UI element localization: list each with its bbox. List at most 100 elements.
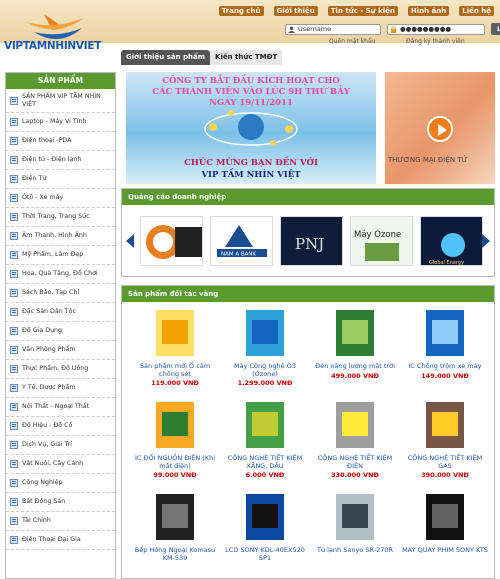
sidebar-item-label: Đồ Gia Dụng xyxy=(22,327,63,335)
product-name[interactable]: LCD SONY KDL-40EX520 SP1 xyxy=(222,546,308,562)
sidebar-item[interactable]: Điện Thoại Đại Gia xyxy=(6,531,115,550)
product-name[interactable]: CÔNG NGHỆ TIẾT KIỆM XĂNG, DẦU xyxy=(222,454,308,470)
product-card[interactable]: Máy Công nghệ O3 (Ozone) 1.299.000 VNĐ xyxy=(222,308,308,387)
nav-about[interactable]: Giới thiệu xyxy=(273,6,318,16)
globe-network-icon xyxy=(204,110,298,146)
global-energy-logo-text: Global Energy xyxy=(429,260,464,266)
product-card[interactable]: MÁY QUAY PHIM SONY KTS xyxy=(402,492,488,556)
sidebar-item[interactable]: Điện Tử xyxy=(6,170,115,189)
forgot-password-link[interactable]: Quên mật khẩu xyxy=(329,38,375,45)
product-image[interactable] xyxy=(422,308,468,358)
product-name[interactable]: IC ĐỔI NGUỒN ĐIỆN (Khi mất điện) xyxy=(132,454,218,470)
sidebar-item[interactable]: Laptop - Máy Vi Tính xyxy=(6,113,115,132)
sidebar-item[interactable]: Vật Nuôi, Cây Cảnh xyxy=(6,455,115,474)
nav-contact[interactable]: Liên hệ xyxy=(459,6,494,16)
product-name[interactable]: Bếp Hồng Ngoại Komasu KM-539 xyxy=(132,546,218,562)
product-card[interactable]: Bếp Hồng Ngoại Komasu KM-539 xyxy=(132,492,218,563)
password-field[interactable]: ●●●●●●●●● xyxy=(387,23,485,35)
sidebar-item[interactable]: Âm Thanh, Hình Ảnh xyxy=(6,227,115,246)
ad-logo-pnj[interactable]: PNJ xyxy=(280,216,343,266)
product-image[interactable] xyxy=(422,400,468,450)
sidebar-item-label: Văn Phòng Phẩm xyxy=(22,346,76,354)
product-name[interactable]: Tủ lạnh Sanyo SR-270R xyxy=(312,546,398,555)
sidebar-item[interactable]: Bất Động Sản xyxy=(6,493,115,512)
category-icon xyxy=(10,137,18,145)
sidebar-item[interactable]: Dịch Vụ, Giải Trí xyxy=(6,436,115,455)
product-image[interactable] xyxy=(242,400,288,450)
ad-logo-s[interactable] xyxy=(140,216,203,266)
product-card[interactable]: Sản phẩm mới Ổ cắm chống sét 119.000 VNĐ xyxy=(132,308,218,387)
sidebar-item[interactable]: Thời Trang, Trang Sức xyxy=(6,208,115,227)
product-card[interactable]: Tủ lạnh Sanyo SR-270R xyxy=(312,492,398,556)
sidebar-item[interactable]: Đặc Sản Dân Tộc xyxy=(6,303,115,322)
login-button[interactable]: Login xyxy=(491,23,500,35)
nav-gallery[interactable]: Hình ảnh xyxy=(407,6,450,16)
product-name[interactable]: CÔNG NGHỆ TIẾT KIỆM ĐIỆN xyxy=(312,454,398,470)
product-card[interactable]: CÔNG NGHỆ TIẾT KIỆM XĂNG, DẦU 6.000 VNĐ xyxy=(222,400,308,479)
product-name[interactable]: Máy Công nghệ O3 (Ozone) xyxy=(222,362,308,378)
product-image[interactable] xyxy=(422,492,468,542)
user-icon xyxy=(288,25,295,33)
product-image[interactable] xyxy=(152,400,198,450)
sidebar-item[interactable]: Nội Thất - Ngoại Thất xyxy=(6,398,115,417)
sidebar-item[interactable]: Đồ Hiệu - Đồ Cổ xyxy=(6,417,115,436)
ad-logo-namabank[interactable]: NAM A BANK xyxy=(210,216,273,266)
password-value: ●●●●●●●●● xyxy=(400,24,452,33)
product-image[interactable] xyxy=(332,400,378,450)
sidebar-item[interactable]: Y Tế, Dược Phẩm xyxy=(6,379,115,398)
sidebar-item[interactable]: Thực Phẩm, Đồ Uống xyxy=(6,360,115,379)
sidebar-item[interactable]: Ôtô - Xe máy xyxy=(6,189,115,208)
category-icon xyxy=(10,232,18,240)
product-name[interactable]: IC Chống trộm xe máy xyxy=(402,362,488,371)
ad-logo-global-energy[interactable]: Global Energy xyxy=(420,216,483,266)
product-card[interactable]: LCD SONY KDL-40EX520 SP1 xyxy=(222,492,308,563)
tab-ecommerce-knowledge[interactable]: Kiến thức TMĐT xyxy=(210,50,283,65)
category-icon xyxy=(10,96,18,105)
sidebar-item[interactable]: Hoa, Quà Tặng, Đồ Chơi xyxy=(6,265,115,284)
sidebar-item[interactable]: Sách Báo, Tạp Chí xyxy=(6,284,115,303)
product-image[interactable] xyxy=(332,308,378,358)
sidebar-item[interactable]: Điện thoại -PDA xyxy=(6,132,115,151)
product-image[interactable] xyxy=(242,492,288,542)
nav-home[interactable]: Trang chủ xyxy=(218,6,264,16)
register-link[interactable]: Đăng ký thành viên xyxy=(406,38,465,45)
username-field[interactable]: Username xyxy=(285,23,381,35)
category-icon xyxy=(10,213,18,221)
product-card[interactable]: CÔNG NGHỆ TIẾT KIỆM GAS 390.000 VNĐ xyxy=(402,400,488,479)
product-price: 1.299.000 VNĐ xyxy=(237,379,293,387)
banner-line-2: CÁC THÀNH VIÊN VÀO LÚC 9H THỨ BẢY xyxy=(152,87,350,97)
nav-news[interactable]: Tin tức - Sự kiện xyxy=(327,6,398,16)
sidebar-item[interactable]: Tài Chính xyxy=(6,512,115,531)
sidebar-item[interactable]: Đồ Gia Dụng xyxy=(6,322,115,341)
product-image[interactable] xyxy=(152,492,198,542)
product-card[interactable]: IC Chống trộm xe máy 149.000 VNĐ xyxy=(402,308,488,380)
product-card[interactable]: IC ĐỔI NGUỒN ĐIỆN (Khi mất điện) 99.000 V… xyxy=(132,400,218,479)
sidebar-item-label: Tài Chính xyxy=(22,517,51,525)
product-name[interactable]: CÔNG NGHỆ TIẾT KIỆM GAS xyxy=(402,454,488,470)
ad-logo-ozone[interactable]: Máy Ozone xyxy=(350,216,413,266)
product-card[interactable]: CÔNG NGHỆ TIẾT KIỆM ĐIỆN 330.000 VNĐ xyxy=(312,400,398,479)
logo-icon[interactable] xyxy=(4,8,114,60)
sidebar-item-label: Điện thoại -PDA xyxy=(22,137,72,145)
tab-product-intro[interactable]: Giới thiệu sản phẩm xyxy=(121,50,211,65)
product-image[interactable] xyxy=(332,492,378,542)
play-icon[interactable] xyxy=(427,116,453,142)
arrow-right-icon[interactable] xyxy=(482,234,490,248)
product-name[interactable]: MÁY QUAY PHIM SONY KTS xyxy=(402,546,488,555)
product-image[interactable] xyxy=(242,308,288,358)
logo-text[interactable]: VIPTAMNHINVIET xyxy=(4,40,101,52)
sidebar-item[interactable]: Mỹ Phẩm, Làm Đẹp xyxy=(6,246,115,265)
sidebar-item[interactable]: Văn Phòng Phẩm xyxy=(6,341,115,360)
product-image[interactable] xyxy=(152,308,198,358)
product-card[interactable]: Đèn năng lượng mặt trời 499.000 VNĐ xyxy=(312,308,398,380)
ecommerce-ad[interactable]: THƯƠNG MẠI ĐIỆN TỬ xyxy=(385,72,495,184)
sidebar-item-label: Điện tử - Điện lạnh xyxy=(22,156,82,164)
sidebar-item-label: Hoa, Quà Tặng, Đồ Chơi xyxy=(22,270,98,278)
main-banner[interactable]: CÔNG TY BẮT ĐẦU KÍCH HOẠT CHO CÁC THÀNH … xyxy=(126,72,376,184)
sidebar-item[interactable]: SẢN PHẨM VIP TẦM NHÌN VIỆT xyxy=(6,89,115,113)
product-name[interactable]: Sản phẩm mới Ổ cắm chống sét xyxy=(132,362,218,378)
arrow-left-icon[interactable] xyxy=(126,234,134,248)
sidebar-item[interactable]: Điện tử - Điện lạnh xyxy=(6,151,115,170)
product-name[interactable]: Đèn năng lượng mặt trời xyxy=(312,362,398,371)
sidebar-item[interactable]: Công Nghiệp xyxy=(6,474,115,493)
